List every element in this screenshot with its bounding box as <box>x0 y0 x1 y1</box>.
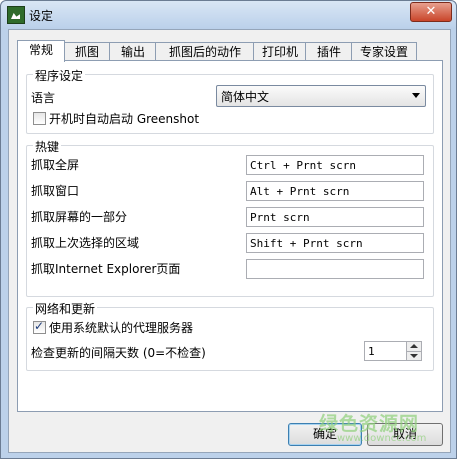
hotkey-label-fullscreen: 抓取全屏 <box>31 158 80 172</box>
title-bar[interactable]: 设定 ✕ <box>1 1 456 29</box>
network-updates-legend: 网络和更新 <box>33 300 98 317</box>
hotkey-label-window: 抓取窗口 <box>31 184 80 198</box>
hotkey-input-last-region[interactable]: Shift + Prnt scrn <box>246 233 424 253</box>
hotkeys-legend: 热键 <box>33 138 62 155</box>
dialog-client: 常规 抓图 输出 抓图后的动作 打印机 插件 专家设置 程序设定 语言 简体中文… <box>8 29 451 453</box>
spin-up-icon[interactable] <box>406 342 421 351</box>
language-select-value: 简体中文 <box>221 90 270 104</box>
update-interval-label: 检查更新的间隔天数 (0=不检查) <box>31 346 206 360</box>
greenshot-app-icon <box>7 6 25 24</box>
hotkey-input-fullscreen[interactable]: Ctrl + Prnt scrn <box>246 155 424 175</box>
update-interval-value: 1 <box>368 345 375 358</box>
program-settings-group: 程序设定 语言 简体中文 开机时自动启动 Greenshot <box>26 67 434 134</box>
tab-printer[interactable]: 打印机 <box>253 42 307 61</box>
autostart-checkbox[interactable] <box>33 112 46 125</box>
hotkey-label-region: 抓取屏幕的一部分 <box>31 210 128 224</box>
proxy-checkbox[interactable] <box>33 319 46 334</box>
general-tab-panel: 程序设定 语言 简体中文 开机时自动启动 Greenshot 热键 抓取全屏 C… <box>17 60 443 412</box>
hotkey-label-last-region: 抓取上次选择的区域 <box>31 236 140 250</box>
hotkey-input-region[interactable]: Prnt scrn <box>246 207 424 227</box>
tab-post-capture-actions[interactable]: 抓图后的动作 <box>155 42 255 61</box>
spin-down-icon[interactable] <box>406 351 421 360</box>
autostart-label: 开机时自动启动 Greenshot <box>49 112 200 126</box>
tab-expert[interactable]: 专家设置 <box>351 42 417 61</box>
language-label: 语言 <box>31 91 56 105</box>
settings-window: 设定 ✕ 常规 抓图 输出 抓图后的动作 打印机 插件 专家设置 程序设定 语言… <box>0 0 457 459</box>
hotkey-input-window[interactable]: Alt + Prnt scrn <box>246 181 424 201</box>
watermark-text: 绿色资源网 <box>319 413 420 435</box>
program-settings-legend: 程序设定 <box>33 67 86 84</box>
window-title: 设定 <box>29 9 54 23</box>
tab-general[interactable]: 常规 <box>17 40 65 62</box>
hotkey-label-ie-page: 抓取Internet Explorer页面 <box>31 262 181 276</box>
tab-output[interactable]: 输出 <box>109 42 157 61</box>
hotkeys-group: 热键 抓取全屏 Ctrl + Prnt scrn 抓取窗口 Alt + Prnt… <box>26 138 434 297</box>
tab-plugins[interactable]: 插件 <box>305 42 353 61</box>
language-select[interactable]: 简体中文 <box>216 85 426 107</box>
watermark-url: www.downcc.com <box>337 433 427 444</box>
proxy-label: 使用系统默认的代理服务器 <box>49 321 194 335</box>
network-updates-group: 网络和更新 使用系统默认的代理服务器 检查更新的间隔天数 (0=不检查) 1 <box>26 300 434 371</box>
tab-capture[interactable]: 抓图 <box>63 42 111 61</box>
chevron-down-icon <box>412 93 420 98</box>
update-interval-spinner[interactable]: 1 <box>364 341 422 361</box>
hotkey-input-ie-page[interactable] <box>246 259 424 279</box>
close-button[interactable]: ✕ <box>410 2 452 22</box>
